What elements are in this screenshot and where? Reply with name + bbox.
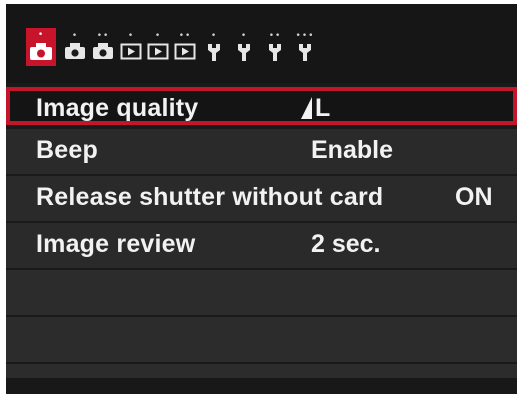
tab-index-dots: • [210, 31, 218, 41]
camera-lcd-screen: • • •• • • •• • • •• ••• Image quality L… [6, 4, 517, 394]
tab-setup-2[interactable]: • [232, 32, 256, 62]
menu-item-label: Release shutter without card [36, 183, 384, 211]
camera-icon [65, 43, 85, 59]
menu-item-label: Image review [36, 230, 196, 258]
tab-shooting-3[interactable]: •• [91, 32, 115, 62]
empty-row [6, 317, 517, 362]
tab-index-dots: • [154, 31, 162, 41]
playback-icon [147, 43, 169, 60]
tab-playback-1[interactable]: • [119, 32, 143, 62]
tab-shooting-1[interactable]: • [26, 28, 56, 66]
wrench-icon [299, 44, 311, 61]
camera-icon [93, 43, 113, 59]
tab-index-dots: • [127, 31, 135, 41]
menu-item-value: Enable [311, 136, 393, 164]
tab-setup-1[interactable]: • [202, 32, 226, 62]
tab-playback-3[interactable]: •• [173, 32, 197, 62]
menu-item-beep[interactable]: Beep Enable [6, 129, 517, 174]
tab-setup-3[interactable]: •• [263, 32, 287, 62]
tab-playback-2[interactable]: • [146, 32, 170, 62]
tab-index-dots: •• [268, 31, 282, 41]
menu-item-image-review[interactable]: Image review 2 sec. [6, 223, 517, 268]
menu-item-image-quality[interactable]: Image quality L [6, 87, 517, 125]
menu-item-value: L [315, 94, 331, 122]
playback-icon [120, 43, 142, 60]
wrench-icon [269, 44, 281, 61]
camera-icon [30, 43, 52, 60]
menu-list: Image quality L Beep Enable Release shut… [6, 84, 517, 394]
wrench-icon [238, 44, 250, 61]
tab-index-dots: • [37, 30, 45, 40]
menu-item-release-shutter-without-card[interactable]: Release shutter without card ON [6, 176, 517, 221]
menu-item-value: 2 sec. [311, 230, 381, 258]
wrench-icon [208, 44, 220, 61]
tab-index-dots: •• [96, 31, 110, 41]
menu-item-value: ON [455, 183, 493, 211]
playback-icon [174, 43, 196, 60]
empty-row [6, 270, 517, 315]
tab-shooting-2[interactable]: • [63, 32, 87, 62]
tab-index-dots: • [240, 31, 248, 41]
menu-item-label: Beep [36, 136, 98, 164]
tab-index-dots: ••• [295, 31, 315, 41]
tab-setup-4[interactable]: ••• [293, 32, 317, 62]
menu-tab-bar: • • •• • • •• • • •• ••• [6, 4, 517, 83]
tab-index-dots: • [71, 31, 79, 41]
bottom-band [6, 378, 517, 394]
menu-item-label: Image quality [36, 94, 199, 122]
tab-index-dots: •• [178, 31, 192, 41]
quality-fine-icon [301, 97, 312, 119]
